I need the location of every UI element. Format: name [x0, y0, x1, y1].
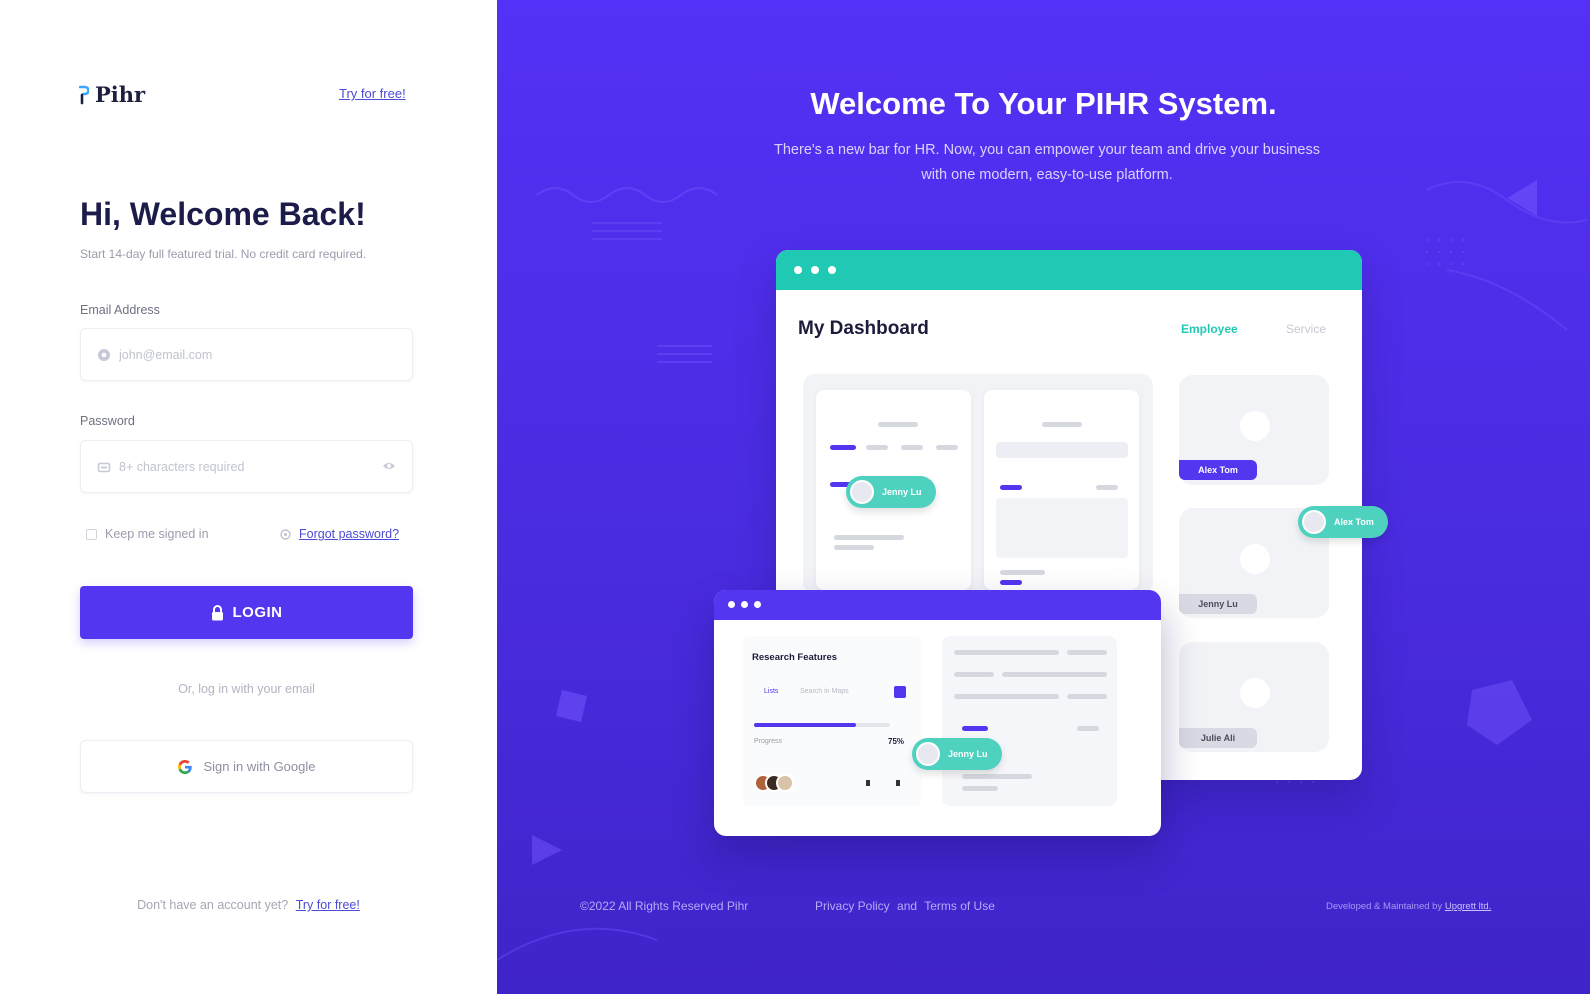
- user-pill-name: Jenny Lu: [948, 749, 988, 759]
- login-panel: Pihr Try for free! Hi, Welcome Back! Sta…: [0, 0, 497, 994]
- at-sign-icon: [98, 349, 110, 361]
- dashboard-title: My Dashboard: [798, 318, 929, 339]
- progress-label: Progress: [754, 738, 783, 745]
- eye-icon[interactable]: [382, 461, 396, 471]
- page-title: Hi, Welcome Back!: [80, 196, 366, 232]
- copyright-text: ©2022 All Rights Reserved Pihr: [580, 899, 749, 913]
- name-tag: Jenny Lu: [1179, 594, 1257, 614]
- progress-track: [754, 723, 890, 727]
- hero-title: Welcome To Your PIHR System.: [810, 86, 1277, 121]
- user-pill-name: Alex Tom: [1334, 517, 1374, 527]
- research-tab: Lists: [764, 688, 779, 695]
- login-button[interactable]: LOGIN: [80, 586, 413, 639]
- tab-employee: Employee: [1181, 322, 1238, 336]
- name-tag: Alex Tom: [1179, 460, 1257, 480]
- content-card: [942, 636, 1117, 806]
- signup-link[interactable]: Try for free!: [296, 898, 360, 912]
- avatar: [916, 742, 940, 766]
- legal-and: and: [897, 899, 918, 913]
- hero-panel: Welcome To Your PIHR System. There's a n…: [497, 0, 1590, 994]
- checkbox-box[interactable]: [86, 528, 97, 540]
- mini-screen: [984, 390, 1139, 590]
- login-button-label: LOGIN: [232, 604, 283, 621]
- google-icon: [178, 759, 193, 774]
- password-label: Password: [80, 414, 135, 428]
- credit-link[interactable]: Upgrett ltd.: [1445, 901, 1491, 912]
- calendar-icon: [894, 686, 906, 698]
- forgot-password-link[interactable]: Forgot password?: [280, 527, 399, 541]
- pihr-logo-icon: [79, 85, 89, 104]
- signup-prompt-text: Don't have an account yet?: [137, 898, 289, 912]
- tab-service: Service: [1286, 322, 1327, 336]
- user-pill: Alex Tom: [1298, 506, 1388, 538]
- window-titlebar: [714, 590, 1161, 620]
- password-field-wrapper: [80, 440, 413, 493]
- avatar: [850, 480, 874, 504]
- window-titlebar: [776, 250, 1362, 290]
- user-pill-name: Jenny Lu: [882, 487, 922, 497]
- google-signin-button[interactable]: Sign in with Google: [80, 740, 413, 793]
- arrow-left-icon: [866, 780, 870, 786]
- privacy-policy-link[interactable]: Privacy Policy: [815, 899, 890, 913]
- user-pill: Jenny Lu: [912, 738, 1002, 770]
- key-icon: [280, 528, 291, 540]
- page-subtitle: Start 14-day full featured trial. No cre…: [80, 247, 367, 261]
- email-label: Email Address: [80, 303, 160, 317]
- credit-text: Developed & Maintained by Upgrett ltd.: [1326, 901, 1491, 912]
- divider-text: Or, log in with your email: [178, 682, 315, 696]
- user-pill: Jenny Lu: [846, 476, 936, 508]
- progress-value: 75%: [888, 737, 905, 746]
- legal-links: Privacy Policy and Terms of Use: [815, 899, 995, 913]
- research-illustration: Research Features Lists Search in Maps P…: [714, 590, 1161, 836]
- research-search: Search in Maps: [800, 688, 849, 695]
- arrow-right-icon: [896, 780, 900, 786]
- research-title: Research Features: [752, 652, 838, 663]
- research-card: Research Features Lists Search in Maps P…: [742, 636, 922, 806]
- google-signin-label: Sign in with Google: [203, 759, 316, 774]
- try-for-free-link[interactable]: Try for free!: [339, 86, 406, 101]
- forgot-password-label: Forgot password?: [299, 527, 400, 541]
- logo-text: Pihr: [95, 82, 146, 107]
- keep-signed-in-label: Keep me signed in: [105, 527, 209, 541]
- keep-signed-in-checkbox[interactable]: Keep me signed in: [86, 527, 209, 541]
- hero-subtitle: There's a new bar for HR. Now, you can e…: [774, 142, 1320, 183]
- avatar: [1302, 510, 1326, 534]
- progress-fill: [754, 723, 856, 727]
- signup-prompt: Don't have an account yet? Try for free!: [0, 898, 497, 912]
- avatar-group: [754, 774, 794, 792]
- email-field-wrapper: [80, 328, 413, 381]
- logo[interactable]: Pihr: [79, 82, 145, 107]
- email-input[interactable]: [119, 329, 379, 380]
- lock-icon: [211, 604, 223, 620]
- lock-field-icon: [97, 462, 111, 473]
- password-input[interactable]: [119, 441, 379, 492]
- name-tag: Julie Ali: [1179, 728, 1257, 748]
- credit-label: Developed & Maintained by: [1326, 901, 1443, 912]
- terms-of-use-link[interactable]: Terms of Use: [924, 899, 995, 913]
